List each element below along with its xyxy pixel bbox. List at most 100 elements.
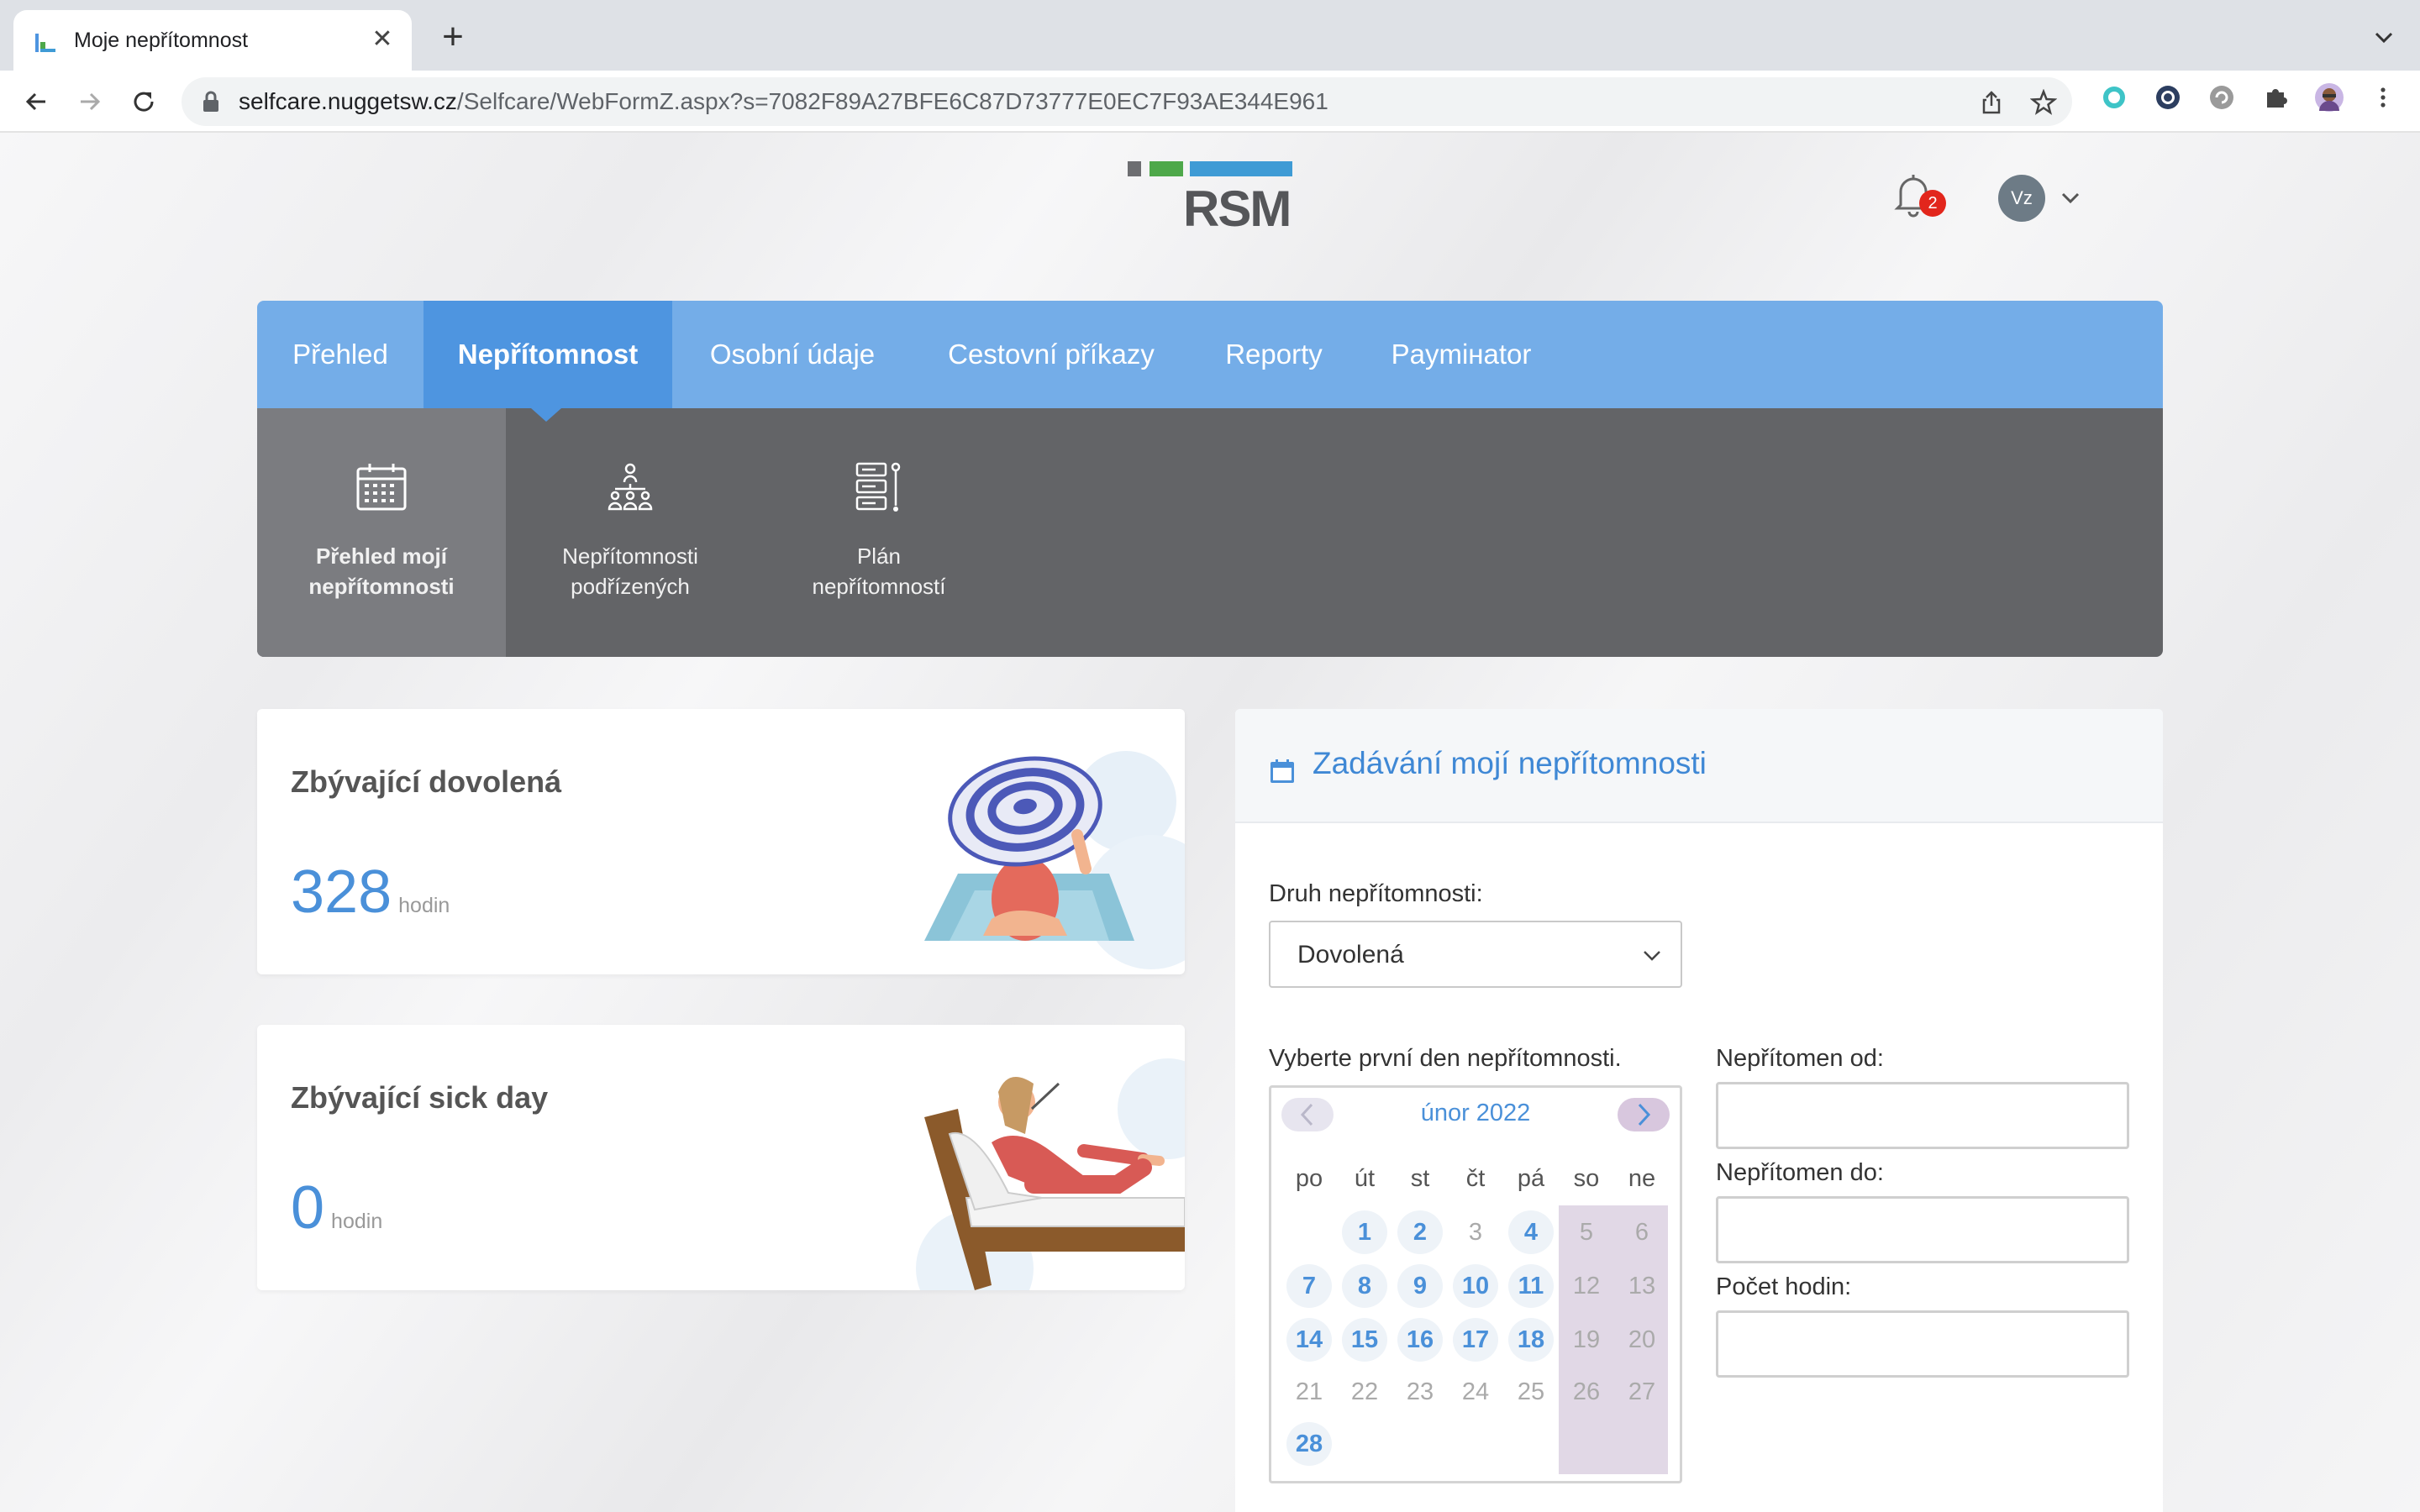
forward-button[interactable] — [71, 82, 109, 121]
subnav-prehled-moji-nepritomnosti[interactable]: Přehled mojí nepřítomnosti — [257, 408, 506, 657]
tab-close-icon[interactable]: ✕ — [368, 25, 397, 54]
lock-icon — [203, 91, 218, 112]
chevron-down-icon[interactable] — [2059, 188, 2082, 208]
hours-count-input[interactable] — [1716, 1310, 2129, 1378]
subnav-label-line1: Plán — [856, 543, 902, 569]
active-tab-pointer — [531, 408, 561, 422]
calendar-day[interactable]: 1 — [1342, 1210, 1387, 1254]
absence-type-select[interactable]: Dovolená — [1269, 921, 1682, 988]
nav-tab-osobni-udaje[interactable]: Osobní údaje — [672, 301, 913, 408]
calendar-day[interactable]: 2 — [1397, 1210, 1443, 1254]
logo-text: RSM — [1183, 181, 1292, 237]
chevron-left-icon — [1300, 1103, 1313, 1126]
browser-tab-strip: Moje nepřítomnost ✕ + — [0, 0, 2420, 71]
calendar-day[interactable]: 28 — [1286, 1422, 1332, 1466]
subnav-label: Přehled mojí nepřítomnosti — [257, 541, 506, 601]
share-icon[interactable] — [1978, 89, 2005, 116]
calendar-day[interactable]: 7 — [1286, 1264, 1332, 1308]
browser-tab[interactable]: Moje nepřítomnost ✕ — [13, 10, 412, 71]
notification-badge: 2 — [1919, 190, 1946, 217]
calendar-day[interactable]: 16 — [1397, 1318, 1443, 1362]
card-value-unit: hodin — [331, 1210, 383, 1233]
card-title: Zbývající sick day — [291, 1080, 549, 1115]
subnav-plan-nepritomnosti[interactable]: Plán nepřítomností — [755, 408, 1003, 657]
remaining-vacation-card: Zbývající dovolená 328 hodin — [257, 709, 1185, 974]
tab-title: Moje nepřítomnost — [74, 29, 249, 52]
extension-swirl-icon[interactable] — [2205, 81, 2238, 114]
sick-person-bed-illustration — [916, 1058, 1185, 1290]
address-bar[interactable]: selfcare.nuggetsw.cz/Selfcare/WebFormZ.a… — [182, 77, 2072, 126]
calendar-day[interactable]: 18 — [1508, 1318, 1554, 1362]
calendar-day: 21 — [1295, 1378, 1323, 1405]
card-value-unit: hodin — [398, 894, 450, 917]
extensions-puzzle-icon[interactable] — [2259, 81, 2292, 114]
date-picker-calendar: únor 2022 po út st čt pá so ne 1 2 3 4 5 6 7 8 9 10 11 12… — [1269, 1085, 1682, 1483]
card-value: 328 hodin — [291, 858, 450, 939]
org-chart-icon — [608, 463, 653, 511]
weekday-label: so — [1573, 1165, 1600, 1192]
calendar-day: 26 — [1572, 1378, 1601, 1405]
reload-button[interactable] — [124, 82, 163, 121]
calendar-day[interactable]: 15 — [1342, 1318, 1387, 1362]
logo-bar-green — [1150, 161, 1183, 176]
calendar-day[interactable]: 17 — [1453, 1318, 1498, 1362]
nav-tab-cestovni-prikazy[interactable]: Cestovní příkazy — [913, 301, 1190, 408]
nav-tab-label: Cestovní příkazy — [948, 339, 1155, 370]
back-arrow-icon — [25, 92, 45, 111]
nav-tab-label: Osobní údaje — [709, 339, 876, 370]
hours-count-label: Počet hodin: — [1716, 1273, 1852, 1300]
calendar-day: 5 — [1579, 1219, 1594, 1246]
calendar-icon — [356, 464, 407, 511]
nav-tab-label: Přehled — [292, 339, 388, 370]
nav-tab-label: Nepřítomnost — [457, 339, 639, 370]
calendar-day[interactable]: 11 — [1508, 1264, 1554, 1308]
card-value: 0 hodin — [291, 1174, 382, 1255]
nav-tab-prehled[interactable]: Přehled — [257, 301, 424, 408]
extension-ring-icon[interactable] — [2097, 81, 2131, 114]
calendar-day: 19 — [1572, 1326, 1601, 1353]
calendar-day: 6 — [1634, 1219, 1649, 1246]
pick-first-day-label: Vyberte první den nepřítomnosti. — [1269, 1045, 1622, 1072]
absent-from-input[interactable] — [1716, 1082, 2129, 1149]
sub-navigation: Přehled mojí nepřítomnosti Nepřítomnosti p… — [257, 408, 2163, 657]
new-tab-button[interactable]: + — [435, 18, 471, 55]
calendar-day[interactable]: 10 — [1453, 1264, 1498, 1308]
previous-month-button[interactable] — [1281, 1098, 1334, 1131]
absent-to-input[interactable] — [1716, 1196, 2129, 1263]
rsm-logo[interactable]: RSM — [1128, 161, 1292, 239]
weekday-label: st — [1410, 1165, 1430, 1192]
calendar-day: 24 — [1461, 1378, 1490, 1405]
calendar-day[interactable]: 4 — [1508, 1210, 1554, 1254]
calendar-day[interactable]: 8 — [1342, 1264, 1387, 1308]
panel-header: Zadávání mojí nepřítomnosti — [1235, 709, 2163, 823]
subnav-nepritomnosti-podrizenych[interactable]: Nepřítomnosti podřízených — [506, 408, 755, 657]
back-button[interactable] — [17, 82, 55, 121]
nav-tab-reporty[interactable]: Reporty — [1190, 301, 1358, 408]
user-avatar[interactable]: Vz — [1998, 175, 2045, 222]
next-month-button[interactable] — [1618, 1098, 1670, 1131]
remaining-sick-day-card: Zbývající sick day 0 hodin — [257, 1025, 1185, 1290]
subnav-label-line1: Přehled mojí — [315, 543, 448, 569]
url-text: selfcare.nuggetsw.cz/Selfcare/WebFormZ.a… — [239, 88, 1328, 114]
reload-icon — [134, 92, 154, 112]
calendar-day[interactable]: 14 — [1286, 1318, 1332, 1362]
calendar-icon — [1270, 759, 1294, 783]
server-plan-icon — [855, 462, 901, 512]
card-title: Zbývající dovolená — [291, 764, 562, 799]
extension-dark-circle-icon[interactable] — [2151, 81, 2185, 114]
nav-tab-nepritomnost[interactable]: Nepřítomnost — [424, 301, 672, 408]
nav-tab-paymінator[interactable]: Paymінator — [1358, 301, 1565, 408]
calendar-day: 3 — [1468, 1219, 1483, 1246]
tab-search-chevron-icon[interactable] — [2371, 25, 2396, 50]
weekday-label: út — [1354, 1165, 1376, 1192]
weekday-label: pá — [1517, 1165, 1545, 1192]
bookmark-star-icon[interactable] — [2030, 89, 2057, 116]
calendar-day: 27 — [1628, 1378, 1656, 1405]
calendar-day: 12 — [1572, 1273, 1601, 1299]
absent-from-label: Nepřítomen od: — [1716, 1045, 1884, 1072]
weekday-label: po — [1295, 1165, 1323, 1192]
nav-tab-label: Reporty — [1225, 339, 1323, 370]
browser-menu-icon[interactable] — [2366, 81, 2400, 114]
calendar-day[interactable]: 9 — [1397, 1264, 1443, 1308]
profile-avatar-icon[interactable] — [2312, 81, 2346, 114]
